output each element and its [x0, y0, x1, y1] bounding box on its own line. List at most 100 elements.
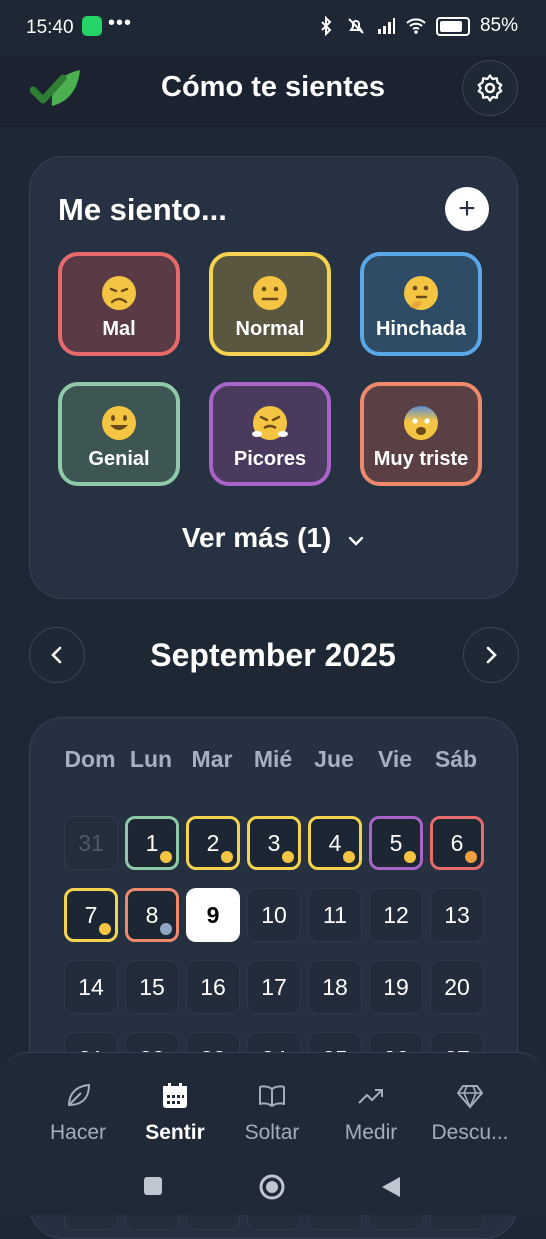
wifi-icon [406, 18, 426, 34]
weekday-label: Jue [314, 746, 354, 772]
thinking-face-icon [404, 276, 438, 310]
trending-up-icon [358, 1089, 383, 1104]
mood-marker-icon [99, 923, 111, 935]
month-navigation: September 2025 [0, 627, 546, 683]
mute-icon [348, 18, 364, 34]
calendar-day[interactable]: 17 [247, 960, 301, 1014]
huffing-face-icon [252, 406, 288, 440]
day-number: 8 [145, 901, 159, 928]
tab-sentir[interactable]: Sentir [125, 1081, 225, 1145]
mood-marker-icon [404, 851, 416, 863]
calendar-icon [163, 1083, 187, 1108]
bottom-navigation: Hacer Sentir Soltar Medir Descu... [0, 1052, 546, 1215]
mood-muy-triste[interactable]: Muy triste [360, 382, 482, 486]
day-number: 4 [328, 829, 342, 856]
calendar-day[interactable]: 1 [125, 816, 179, 870]
calendar-day[interactable]: 12 [369, 888, 423, 942]
day-number: 6 [450, 829, 464, 856]
mood-hinchada[interactable]: Hinchada [360, 252, 482, 356]
mood-label: Hinchada [375, 318, 467, 340]
mood-genial[interactable]: Genial [58, 382, 180, 486]
book-icon [259, 1085, 285, 1107]
weekday-label: Dom [64, 746, 116, 772]
calendar-day[interactable]: 7 [64, 888, 118, 942]
next-month-button[interactable] [463, 627, 519, 683]
add-feeling-button[interactable]: + [445, 187, 489, 231]
tab-medir[interactable]: Medir [321, 1081, 421, 1145]
recents-icon[interactable] [142, 1175, 164, 1197]
day-number: 3 [267, 829, 281, 856]
weekday-label: Mar [191, 746, 233, 772]
calendar-day[interactable]: 3 [247, 816, 301, 870]
calendar-day[interactable]: 18 [308, 960, 362, 1014]
tab-label: Sentir [145, 1121, 205, 1144]
battery-icon [435, 16, 470, 36]
signal-icon [377, 18, 395, 34]
mood-marker-icon [465, 851, 477, 863]
chevron-down-icon [348, 536, 364, 546]
calendar-day[interactable]: 16 [186, 960, 240, 1014]
system-navigation-bar [0, 1173, 546, 1213]
status-time: 15:40 [26, 17, 74, 38]
calendar-day[interactable]: 14 [64, 960, 118, 1014]
mood-marker-icon [343, 851, 355, 863]
app-bar: Cómo te sientes [0, 56, 546, 127]
mood-label: Genial [88, 448, 150, 470]
more-notifications-icon: ••• [108, 12, 133, 34]
mood-marker-icon [160, 923, 172, 935]
weekday-label: Mié [253, 746, 293, 772]
mood-label: Normal [235, 318, 305, 340]
diamond-icon [457, 1085, 483, 1110]
calendar-day[interactable]: 15 [125, 960, 179, 1014]
weekday-label: Lun [129, 746, 173, 772]
see-more-label: Ver más (1) [181, 522, 332, 553]
back-icon[interactable] [380, 1175, 402, 1199]
home-icon[interactable] [258, 1173, 286, 1201]
calendar-day[interactable]: 13 [430, 888, 484, 942]
tab-label: Hacer [49, 1121, 107, 1144]
feelings-title: Me siento... [58, 192, 227, 227]
mood-marker-icon [282, 851, 294, 863]
neutral-face-icon [253, 276, 287, 310]
mood-label: Mal [102, 318, 136, 340]
bluetooth-icon [321, 16, 332, 36]
chevron-right-icon [486, 646, 497, 664]
whatsapp-icon [82, 16, 102, 36]
mood-picores[interactable]: Picores [209, 382, 331, 486]
anxious-face-icon [404, 406, 438, 440]
tab-label: Medir [344, 1121, 398, 1144]
gear-icon [477, 74, 503, 102]
day-number: 5 [389, 829, 403, 856]
sad-face-icon [102, 276, 136, 310]
calendar-day[interactable]: 6 [430, 816, 484, 870]
settings-button[interactable] [462, 60, 518, 116]
calendar-day-out[interactable]: 31 [64, 816, 118, 870]
feelings-card: Me siento... + Mal Normal Hinchada Genia… [29, 156, 518, 599]
calendar-day[interactable]: 20 [430, 960, 484, 1014]
tab-descubrir[interactable]: Descu... [420, 1081, 520, 1145]
tab-label: Soltar [244, 1121, 300, 1144]
calendar-day[interactable]: 19 [369, 960, 423, 1014]
battery-level: 85% [479, 15, 518, 36]
weekday-label: Vie [377, 746, 413, 772]
day-number: 2 [206, 829, 220, 856]
calendar-day[interactable]: 8 [125, 888, 179, 942]
mood-marker-icon [221, 851, 233, 863]
calendar-day[interactable]: 5 [369, 816, 423, 870]
day-number: 7 [84, 901, 98, 928]
tab-hacer[interactable]: Hacer [28, 1081, 128, 1145]
calendar-day[interactable]: 11 [308, 888, 362, 942]
tab-label: Descu... [431, 1121, 509, 1144]
mood-mal[interactable]: Mal [58, 252, 180, 356]
calendar-day[interactable]: 4 [308, 816, 362, 870]
calendar-day[interactable]: 10 [247, 888, 301, 942]
see-more-button[interactable]: Ver más (1) [30, 522, 517, 554]
calendar-day-today[interactable]: 9 [186, 888, 240, 942]
calendar-day[interactable]: 2 [186, 816, 240, 870]
leaf-icon [67, 1083, 91, 1107]
tab-soltar[interactable]: Soltar [222, 1081, 322, 1145]
mood-label: Picores [233, 448, 307, 470]
status-bar: 15:40 ••• 85% [0, 0, 546, 56]
mood-label: Muy triste [373, 448, 469, 470]
mood-normal[interactable]: Normal [209, 252, 331, 356]
